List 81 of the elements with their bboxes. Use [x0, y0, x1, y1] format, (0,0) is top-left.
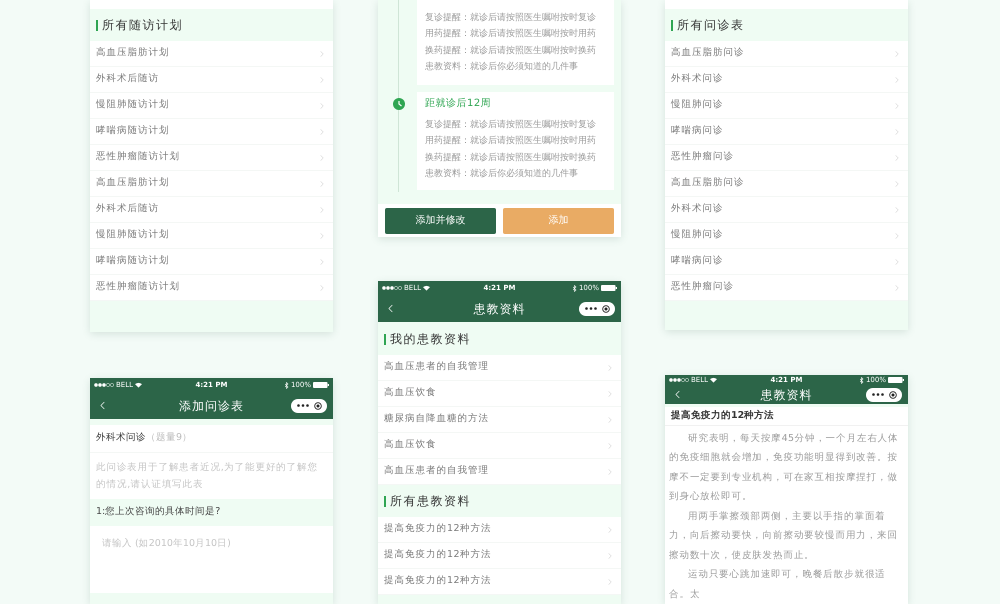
- list-item[interactable]: 高血压脂肪问诊: [665, 171, 908, 197]
- list-item[interactable]: 恶性肿瘤问诊: [665, 275, 908, 301]
- accent-bar: [384, 496, 386, 506]
- list-item[interactable]: 提高免疫力的12种方法: [378, 543, 621, 569]
- reminder-line: 用药提醒：就诊后请按照医生嘱咐按时用药: [425, 134, 597, 148]
- reminder-line: 换药提醒：就诊后请按照医生嘱咐按时换药: [425, 152, 597, 165]
- list-item[interactable]: 高血压脂肪计划: [90, 171, 333, 197]
- more-icon: [872, 393, 884, 396]
- more-icon: [296, 404, 308, 407]
- list-item[interactable]: 哮喘病随访计划: [90, 119, 333, 145]
- section-title: 所有患教资料: [390, 493, 471, 510]
- reminder-line: 复诊提醒：就诊后请按照医生嘱咐按时复诊: [425, 12, 597, 25]
- reminder-line: 换药提醒：就诊后请按照医生嘱咐按时换药: [425, 44, 597, 58]
- list-item[interactable]: 慢阻肺问诊: [665, 93, 908, 119]
- list-item[interactable]: 哮喘病问诊: [665, 119, 908, 145]
- article-paragraph: 运动只要心跳加速即可，晚餐后散步就很适合。太: [669, 568, 887, 602]
- wifi-icon: [135, 382, 142, 388]
- article-paragraph: 研究表明，每天按摩45分钟，一个月左右人体的免疫细胞就会增加，免疫功能明显得到改善。按摩不一定要到专业机构，可在家互相按摩捏打，做到身心放松即可。: [669, 432, 900, 504]
- reminder-line: 患教资料：就诊后你必须知道的几件事: [425, 168, 579, 182]
- bluetooth-icon: [860, 376, 864, 384]
- bluetooth-icon: [284, 382, 289, 388]
- signal-icon: [94, 383, 114, 387]
- list-item[interactable]: 慢阻肺问诊: [665, 223, 908, 249]
- accent-bar: [384, 334, 386, 344]
- question-count: （题量9）: [146, 431, 192, 446]
- reminder-line: 复诊提醒：就诊后请按照医生嘱咐按时复诊: [425, 118, 597, 132]
- accent-bar: [671, 20, 673, 30]
- battery-icon: [888, 377, 904, 384]
- more-icon: [584, 307, 596, 310]
- list-item[interactable]: 外科术问诊: [665, 67, 908, 93]
- bluetooth-icon: [572, 284, 577, 292]
- list-item[interactable]: 高血压饮食: [378, 381, 621, 407]
- signal-icon: [669, 378, 689, 382]
- list-item[interactable]: 提高免疫力的12种方法: [378, 569, 621, 595]
- list-item[interactable]: 外科术后随访: [90, 197, 333, 223]
- section-title: 所有随访计划: [102, 17, 183, 34]
- list-item[interactable]: [90, 0, 333, 9]
- nav-title: 患教资料: [760, 386, 812, 404]
- target-icon: [888, 390, 896, 399]
- capsule-button[interactable]: [579, 302, 615, 316]
- form-description: 此问诊表用于了解患者近况,为了能更好的了解您的情况,请认证填写此表: [96, 461, 319, 492]
- accent-bar: [96, 20, 98, 30]
- list-item[interactable]: 糖尿病自降血糖的方法: [378, 407, 621, 433]
- timeline-title: 距就诊后12周: [425, 97, 492, 112]
- nav-title: 患教资料: [474, 300, 526, 318]
- reminder-line: 用药提醒：就诊后请按照医生嘱咐按时用药: [425, 28, 597, 42]
- list-item[interactable]: 高血压患者的自我管理: [378, 355, 621, 381]
- list-item[interactable]: 外科术问诊: [665, 197, 908, 223]
- add-and-edit-button[interactable]: 添加并修改: [385, 208, 496, 234]
- target-icon: [314, 402, 322, 410]
- list-item[interactable]: 高血压饮食: [378, 433, 621, 459]
- battery-icon: [600, 285, 617, 291]
- list-item[interactable]: 提高免疫力的12种方法: [378, 517, 621, 543]
- list-item[interactable]: 外科术后随访: [90, 67, 333, 93]
- wifi-icon: [710, 377, 718, 384]
- wifi-icon: [423, 285, 430, 291]
- list-item[interactable]: 慢阻肺随访计划: [90, 223, 333, 249]
- capsule-button[interactable]: [866, 388, 902, 402]
- list-item[interactable]: 恶性肿瘤问诊: [665, 145, 908, 171]
- list-item[interactable]: 高血压脂肪计划: [90, 41, 333, 67]
- article-paragraph: 用两手掌擦颈部两侧，主要以手指的掌面着力，向后擦动要快，向前擦动要较慢而用力，来回擦动数十次，使皮肤发热而止。: [669, 510, 899, 562]
- nav-title: 添加问诊表: [179, 398, 244, 414]
- list-item[interactable]: [665, 0, 908, 9]
- battery-icon: [312, 382, 329, 388]
- list-item[interactable]: 高血压患者的自我管理: [378, 459, 621, 485]
- reminder-line: 患教资料：就诊后你必须知道的几件事: [425, 60, 579, 74]
- list-item[interactable]: 恶性肿瘤随访计划: [90, 145, 333, 171]
- signal-icon: [382, 286, 402, 290]
- list-item[interactable]: 慢阻肺随访计划: [90, 93, 333, 119]
- question-label: 1:您上次咨询的具体时间是?: [96, 505, 220, 520]
- section-title: 所有问诊表: [677, 17, 744, 34]
- capsule-button[interactable]: [291, 398, 327, 412]
- section-title: 我的患教资料: [390, 331, 471, 348]
- article-title: 提高免疫力的12种方法: [671, 408, 774, 423]
- list-item[interactable]: 哮喘病问诊: [665, 249, 908, 275]
- list-item[interactable]: 高血压脂肪问诊: [665, 41, 908, 67]
- clock-icon: [392, 98, 404, 110]
- form-title: 外科术问诊: [96, 431, 146, 446]
- list-item[interactable]: 恶性肿瘤随访计划: [90, 275, 333, 301]
- target-icon: [602, 304, 610, 312]
- list-item[interactable]: 哮喘病随访计划: [90, 249, 333, 275]
